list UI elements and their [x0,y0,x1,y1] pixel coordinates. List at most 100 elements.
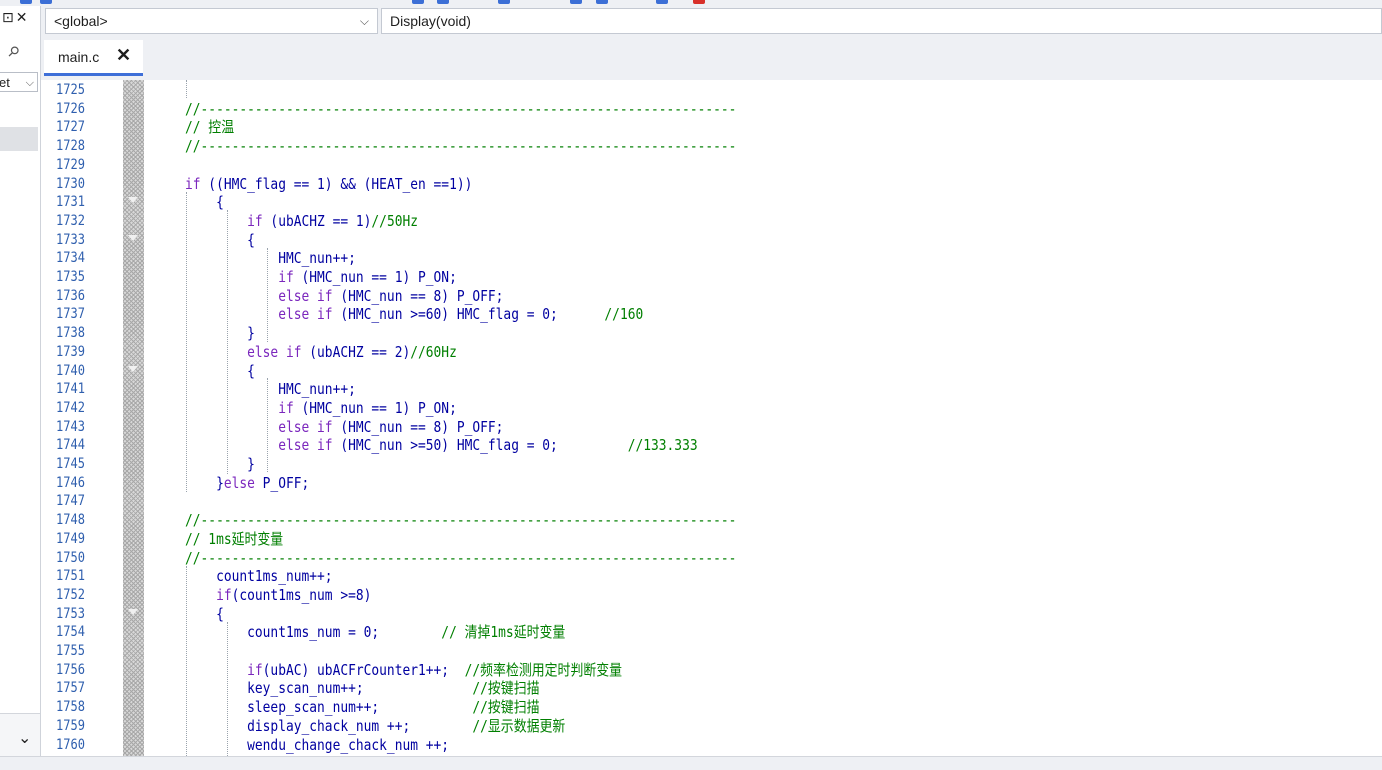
code-text: (HMC_nun == 8) P_OFF; [332,286,504,305]
panel-select[interactable]: et ⌵ [0,72,38,92]
code-text: (count1ms_num >=8) [231,585,372,604]
code-line: if (ubACHZ == 1)//50Hz [185,212,418,231]
code-comment: //按键扫描 [379,698,540,717]
line-number: 1754 [56,624,85,641]
chevron-down-icon[interactable]: ⌄ [18,728,31,747]
tab-main-c[interactable]: main.c ✕ [44,40,143,76]
line-number: 1750 [56,549,85,566]
code-keyword: if [185,268,294,286]
line-number: 1736 [56,287,85,304]
left-panel: ⊡ ✕ ⚲ et ⌵ ⌄ [0,6,41,757]
float-window-icon[interactable]: ⊡ [2,10,14,26]
code-line: if (HMC_nun == 1) P_ON; [185,399,457,418]
code-line: if(count1ms_num >=8) [185,586,371,605]
code-keyword: else if [185,436,333,455]
scope-dropdown-value: <global> [54,13,108,29]
navigation-bar: <global> ⌵ Display(void) [41,6,1382,36]
toolbar-icon[interactable] [437,0,449,4]
fold-toggle-icon[interactable] [123,362,144,380]
code-line: if ((HMC_flag == 1) && (HEAT_en ==1)) [185,175,472,194]
fold-margin[interactable] [123,80,144,756]
line-number: 1745 [56,456,85,472]
function-dropdown[interactable]: Display(void) [381,8,1382,34]
line-number: 1734 [56,250,85,267]
status-bar [0,756,1382,770]
code-text: count1ms_num++; [185,567,333,586]
line-number: 1730 [56,175,85,192]
line-number: 1757 [56,680,85,697]
code-text: (HMC_nun == 1) P_ON; [293,398,457,417]
code-comment: //50Hz [371,211,419,230]
code-text: HMC_nun++; [185,249,356,268]
code-line: // 控温 [185,118,234,137]
code-keyword: if [185,174,201,193]
code-keyword: else if [185,305,333,324]
scope-dropdown[interactable]: <global> ⌵ [45,8,378,34]
toolbar-icon[interactable] [656,0,668,4]
pin-icon[interactable]: ⚲ [4,43,23,62]
line-number: 1731 [56,194,85,211]
panel-select-value: et [0,75,10,90]
code-line: if(ubAC) ubACFrCounter1++; //频率检测用定时判断变量 [185,661,622,680]
line-number: 1735 [56,269,85,285]
code-text: (( [200,174,224,193]
code-comment: // 控温 [185,118,235,137]
code-text: count1ms_num = 0; [185,623,380,642]
line-number: 1756 [56,661,85,678]
code-keyword: if [185,660,263,679]
code-line: //--------------------------------------… [185,137,736,156]
toolbar-icon[interactable] [570,0,582,4]
line-number: 1732 [56,212,85,229]
toolbar-icon[interactable] [412,0,424,4]
line-number: 1739 [56,343,85,360]
indent-guide [186,80,187,98]
code-line: { [185,362,255,381]
close-panel-icon[interactable]: ✕ [16,10,28,26]
code-comment: //60Hz [410,342,457,361]
line-number: 1733 [56,231,85,248]
line-number: 1728 [56,138,85,155]
code-keyword: if [185,398,294,417]
code-text: == 1) && ( [285,174,372,193]
line-number: 1740 [56,362,85,379]
toolbar-icon[interactable] [498,0,510,4]
close-tab-icon[interactable]: ✕ [116,45,131,66]
code-text: ==1)) [425,174,473,193]
function-dropdown-value: Display(void) [390,13,471,29]
code-line: else if (HMC_nun >=50) HMC_flag = 0; //1… [185,436,697,455]
code-line: wendu_change_chack_num ++; [185,736,449,755]
code-keyword: else [223,473,255,492]
toolbar-icon[interactable] [596,0,608,4]
code-keyword: else if [185,342,302,361]
code-line: //--------------------------------------… [185,511,736,530]
toolbar-icon[interactable] [40,0,52,4]
code-text: HMC_flag [223,174,286,193]
toolbar-icon[interactable] [693,0,705,4]
line-number: 1760 [56,736,85,753]
panel-selected-row[interactable] [0,127,38,151]
fold-toggle-icon[interactable] [123,605,144,623]
code-text: wendu_change_chack_num ++; [185,735,450,754]
code-text: { [185,193,224,212]
toolbar-icon[interactable] [20,0,32,4]
code-text: } [185,473,224,492]
code-line: sleep_scan_num++; //按键扫描 [185,698,540,717]
code-text: (HMC_nun == 1) P_ON; [293,268,457,286]
fold-toggle-icon[interactable] [123,231,144,249]
tab-label: main.c [58,49,100,65]
code-editor[interactable]: 1725 1726 1727 1728 1729 1730 1731 1732 1733 1734… [41,80,1382,756]
code-line: } [185,455,255,474]
code-line: { [185,605,224,624]
code-text: key_scan_num++; [185,679,364,698]
line-number: 1746 [56,474,85,491]
fold-toggle-icon[interactable] [123,193,144,211]
code-line: else if (HMC_nun >=60) HMC_flag = 0; //1… [185,305,643,324]
code-line: } [185,324,255,343]
line-number: 1755 [56,643,85,659]
line-number: 1729 [56,156,85,173]
code-text: } [185,324,255,343]
code-line: else if (HMC_nun == 8) P_OFF; [185,287,503,306]
code-text: (ubAC) ubACFrCounter1++; [262,660,450,679]
line-number: 1725 [56,82,85,98]
line-number: 1741 [56,381,85,398]
